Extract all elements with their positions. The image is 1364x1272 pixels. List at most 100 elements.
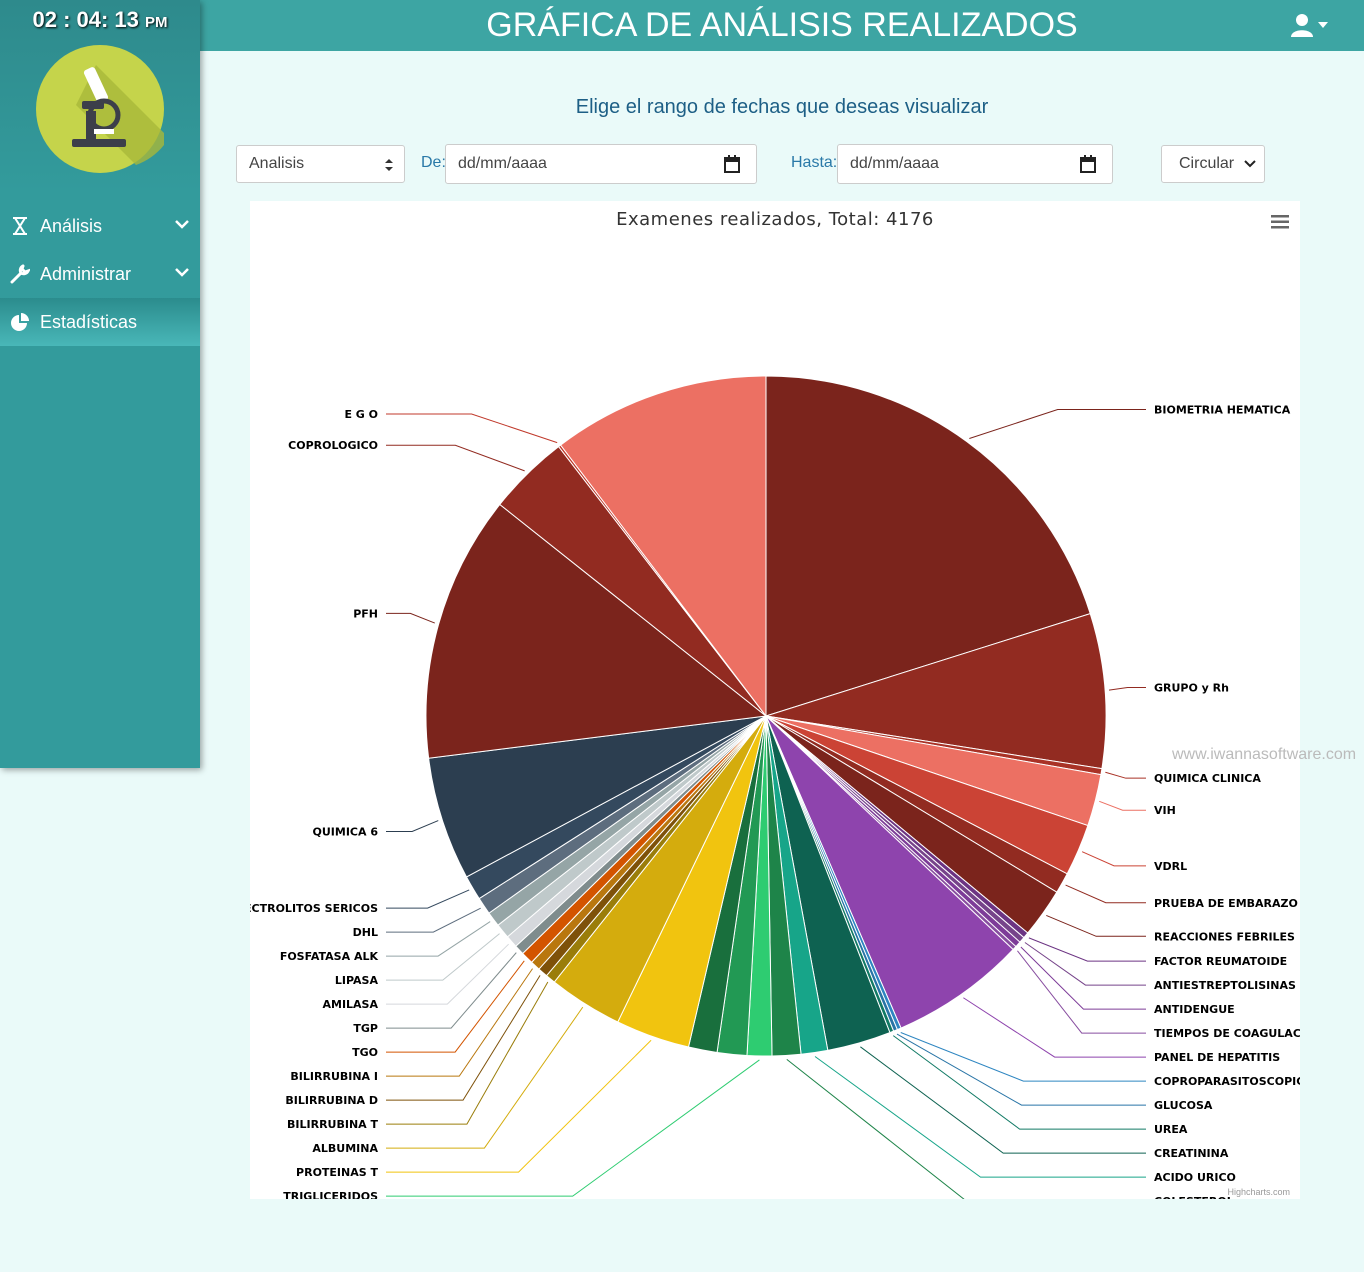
chevron-down-icon [175, 220, 189, 229]
connector-line [386, 612, 435, 624]
slice-label: TGO [352, 1046, 378, 1059]
sidebar-item-estadisticas[interactable]: Estadísticas [0, 298, 200, 346]
slice-label: ANTIDENGUE [1154, 1003, 1235, 1016]
connector-line [386, 820, 439, 833]
connector-line [1024, 942, 1146, 986]
slice-label: E G O [344, 408, 378, 421]
slice-label: COPROPARASITOSCOPICO-MUESTRA 1 [1154, 1075, 1300, 1088]
sidebar: 02 : 04: 13 PM Análisis Administrar Esta… [0, 0, 200, 768]
connector-line [386, 444, 525, 472]
slice-label: COPROLOGICO [288, 439, 378, 452]
slice-label: REACCIONES FEBRILES [1154, 930, 1295, 943]
slice-label: UREA [1154, 1123, 1188, 1136]
to-label: Hasta: [791, 154, 838, 171]
connector-line [386, 1039, 652, 1173]
from-date-input[interactable]: dd/mm/aaaa [445, 144, 757, 184]
connector-line [963, 997, 1146, 1058]
slice-label: BILIRRUBINA D [285, 1094, 378, 1107]
connector-line [386, 1059, 760, 1197]
page-title: GRÁFICA DE ANÁLISIS REALIZADOS [486, 6, 1078, 44]
connector-line [1108, 686, 1146, 691]
connector-line [386, 981, 549, 1125]
connector-line [386, 933, 500, 981]
clock-time: 02 : 04: 13 [32, 7, 139, 32]
caret-down-icon [1318, 22, 1328, 28]
from-date-placeholder: dd/mm/aaaa [458, 155, 547, 172]
connector-line [1105, 771, 1146, 779]
slice-label: PROTEINAS T [296, 1166, 378, 1179]
connector-line [1020, 946, 1146, 1010]
slice-label: PFH [353, 607, 378, 620]
slice-label: BIOMETRIA HEMATICA [1154, 403, 1291, 416]
pie-chart: BIOMETRIA HEMATICA GRUPO y Rh QUIMICA CLIN… [250, 375, 1300, 1199]
chevron-down-icon [175, 268, 189, 277]
slice-label: GRUPO y Rh [1154, 681, 1229, 694]
select-arrows-icon [385, 159, 393, 171]
top-bar: GRÁFICA DE ANÁLISIS REALIZADOS [0, 0, 1364, 51]
connector-line [386, 921, 491, 957]
connector-line [892, 1035, 1146, 1130]
date-range-prompt: Elige el rango de fechas que deseas visu… [575, 96, 989, 118]
from-label: De: [421, 154, 446, 171]
connector-line [1046, 914, 1146, 937]
slice-label: BILIRRUBINA T [287, 1118, 378, 1131]
category-select[interactable]: Analisis [236, 145, 405, 183]
slice-label: ALBUMINA [312, 1142, 378, 1155]
slice-label: ELECTROLITOS SERICOS [250, 902, 378, 915]
connector-line [386, 975, 541, 1101]
clock-ampm: PM [145, 14, 168, 31]
slice-label: ANTIESTREPTOLISINAS [1154, 979, 1296, 992]
connector-line [386, 943, 509, 1005]
calendar-icon[interactable] [1080, 155, 1096, 173]
slice-label: FOSFATASA ALK [280, 950, 379, 963]
clock: 02 : 04: 13 PM [0, 0, 200, 40]
slice-label: GLUCOSA [1154, 1099, 1213, 1112]
slice-label: BILIRRUBINA I [290, 1070, 378, 1083]
connector-line [386, 907, 481, 933]
calendar-icon[interactable] [724, 155, 740, 173]
slice-label: ACIDO URICO [1154, 1171, 1236, 1184]
chevron-down-icon [1244, 160, 1256, 168]
slice-label: QUIMICA CLINICA [1154, 772, 1261, 785]
connector-line [386, 952, 517, 1029]
pie-chart-icon [11, 313, 29, 331]
watermark: www.iwannasoftware.com [1172, 746, 1357, 763]
connector-line [1081, 851, 1146, 867]
slice-label: TGP [353, 1022, 378, 1035]
to-date-placeholder: dd/mm/aaaa [850, 155, 939, 172]
sidebar-item-administrar[interactable]: Administrar [0, 250, 200, 298]
chart-panel: Examenes realizados, Total: 4176 BIOMETR… [250, 201, 1300, 1199]
chart-type-select[interactable]: Circular [1161, 145, 1265, 183]
connector-line [386, 889, 470, 909]
slice-label: LIPASA [335, 974, 379, 987]
slice-label: TIEMPOS DE COAGULACION [1154, 1027, 1300, 1040]
connector-line [969, 408, 1146, 440]
category-select-value: Analisis [249, 155, 305, 172]
slice-label: PANEL DE HEPATITIS [1154, 1051, 1280, 1064]
wrench-icon [10, 264, 30, 284]
chart-type-value: Circular [1179, 155, 1235, 172]
sidebar-item-label: Estadísticas [40, 312, 138, 332]
connector-line [386, 960, 525, 1053]
slice-label: COLESTEROL [1154, 1195, 1234, 1199]
slice-label: AMILASA [322, 998, 378, 1011]
user-icon [1291, 14, 1328, 37]
sidebar-item-label: Administrar [40, 264, 132, 284]
chart-credits[interactable]: Highcharts.com [1227, 1187, 1290, 1197]
connector-line [1099, 800, 1146, 811]
slice-label: CREATININA [1154, 1147, 1229, 1160]
sidebar-item-analisis[interactable]: Análisis [0, 202, 200, 250]
connector-line [814, 1056, 1146, 1178]
slice-label: VDRL [1154, 860, 1187, 873]
connector-line [896, 1033, 1146, 1106]
connector-line [860, 1046, 1146, 1154]
slice-label: QUIMICA 6 [313, 826, 379, 839]
slice-label: TRIGLICERIDOS [283, 1190, 378, 1199]
user-menu-button[interactable] [1290, 13, 1330, 39]
to-date-input[interactable]: dd/mm/aaaa [837, 144, 1113, 184]
connector-line [1065, 884, 1146, 904]
hourglass-icon [13, 217, 27, 235]
slice-label: FACTOR REUMATOIDE [1154, 955, 1287, 968]
connector-line [386, 413, 558, 444]
sidebar-item-label: Análisis [40, 216, 103, 236]
